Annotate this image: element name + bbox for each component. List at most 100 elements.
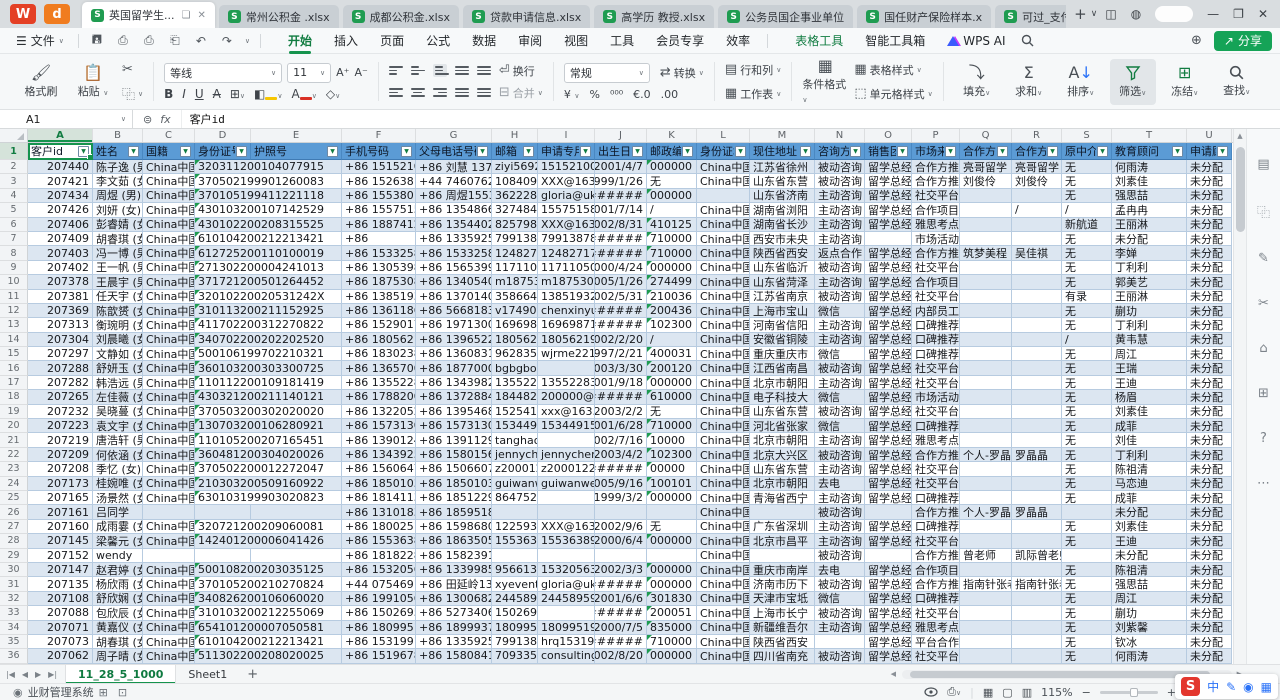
cell-G22[interactable]: +86 1580156591 xyxy=(416,448,492,462)
cell-S11[interactable]: 有录 xyxy=(1062,290,1112,304)
cell-L6[interactable]: China中国 xyxy=(697,218,750,232)
borders-button[interactable]: ⊞∨ xyxy=(230,87,245,101)
cell-A3[interactable]: 207421 xyxy=(28,174,93,188)
cell-H3[interactable]: 108409964 xyxy=(492,174,538,188)
cell-P22[interactable]: 合作方推荐 xyxy=(912,448,960,462)
cell-G18[interactable]: +86 1372884680 xyxy=(416,390,492,404)
cell-R32[interactable] xyxy=(1012,592,1062,606)
filter-dropdown-icon[interactable]: ▼ xyxy=(523,146,534,157)
filter-dropdown-icon[interactable]: ▼ xyxy=(1047,146,1058,157)
cell-H5[interactable]: 327484864 xyxy=(492,203,538,217)
cell-L18[interactable]: China中国 xyxy=(697,390,750,404)
cell-I8[interactable]: 124827175 xyxy=(538,246,595,260)
cell-R30[interactable] xyxy=(1012,563,1062,577)
cell-G23[interactable]: +86 1506607386 xyxy=(416,462,492,476)
panel-icon[interactable]: ▤ xyxy=(1257,157,1269,172)
cell-T33[interactable]: 蒯玏 xyxy=(1112,606,1187,620)
cell-K35[interactable]: 710000 xyxy=(647,635,697,649)
cell-F14[interactable]: +86 18056219 xyxy=(342,333,416,347)
header-cell-N1[interactable]: 咨询方式▼ xyxy=(815,143,865,160)
cell-N36[interactable]: 被动咨询 xyxy=(815,649,865,663)
cell-M13[interactable]: 河南省信阳 xyxy=(750,318,815,332)
cell-K4[interactable]: 000000 xyxy=(647,189,697,203)
cell-Q35[interactable] xyxy=(960,635,1012,649)
cell-H12[interactable]: v17490376 xyxy=(492,304,538,318)
column-header-P[interactable]: P xyxy=(912,129,960,142)
cell-N4[interactable]: 主动咨询 xyxy=(815,189,865,203)
cell-B29[interactable]: wendy xyxy=(93,549,143,563)
cell-H30[interactable]: 956613934 xyxy=(492,563,538,577)
cell-K29[interactable] xyxy=(647,549,697,563)
cell-U26[interactable]: 未分配 xyxy=(1187,505,1232,519)
cell-F29[interactable]: +86 18182281 xyxy=(342,549,416,563)
cell-M24[interactable]: 北京市朝阳 xyxy=(750,477,815,491)
cell-A5[interactable]: 207426 xyxy=(28,203,93,217)
cell-F20[interactable]: +86 15731301 xyxy=(342,419,416,433)
cell-U33[interactable]: 未分配 xyxy=(1187,606,1232,620)
cell-I32[interactable]: 244589596 xyxy=(538,592,595,606)
cell-U25[interactable]: 未分配 xyxy=(1187,491,1232,505)
row-number-1[interactable]: 1 xyxy=(0,143,28,160)
cell-S26[interactable] xyxy=(1062,505,1112,519)
cell-A12[interactable]: 207369 xyxy=(28,304,93,318)
cell-A35[interactable]: 207073 xyxy=(28,635,93,649)
cell-N24[interactable]: 去电 xyxy=(815,477,865,491)
cell-G21[interactable]: +86 1391129694 xyxy=(416,433,492,447)
cell-R7[interactable] xyxy=(1012,232,1062,246)
cell-C8[interactable]: China中国 xyxy=(143,246,195,260)
cell-L30[interactable]: China中国 xyxy=(697,563,750,577)
cell-A13[interactable]: 207313 xyxy=(28,318,93,332)
cell-Q20[interactable] xyxy=(960,419,1012,433)
sum-button[interactable]: Σ 求和∨ xyxy=(1006,59,1052,105)
header-cell-I1[interactable]: 申请专用▼ xyxy=(538,143,595,160)
cell-I3[interactable]: XXX@163.c xyxy=(538,174,595,188)
cell-B10[interactable]: 王晨宇 (男 xyxy=(93,275,143,289)
cell-T8[interactable]: 李婵 xyxy=(1112,246,1187,260)
paste-button[interactable]: 📋 粘贴 ∨ xyxy=(70,59,116,105)
cell-B17[interactable]: 韩浩远 (男 xyxy=(93,376,143,390)
cell-F13[interactable]: +86 15290175 xyxy=(342,318,416,332)
cell-B33[interactable]: 包欣辰 (女 xyxy=(93,606,143,620)
cell-T9[interactable]: 丁利利 xyxy=(1112,261,1187,275)
cell-J26[interactable] xyxy=(595,505,647,519)
cell-S23[interactable]: 无 xyxy=(1062,462,1112,476)
cell-C16[interactable]: China中国 xyxy=(143,361,195,375)
cell-O32[interactable]: 留学总经办 xyxy=(865,592,912,606)
row-number-18[interactable]: 18 xyxy=(0,390,28,404)
document-tab-3[interactable]: S贷款申请信息.xlsx xyxy=(463,5,590,28)
header-cell-F1[interactable]: 手机号码▼ xyxy=(342,143,416,160)
cell-S20[interactable]: 无 xyxy=(1062,419,1112,433)
cell-Q13[interactable] xyxy=(960,318,1012,332)
cell-J13[interactable]: ######## xyxy=(595,318,647,332)
cell-Q22[interactable]: 个人-罗晶 xyxy=(960,448,1012,462)
close-tab-icon[interactable]: ✕ xyxy=(197,10,205,21)
cell-H11[interactable]: 358664913 xyxy=(492,290,538,304)
cell-O7[interactable] xyxy=(865,232,912,246)
print-icon[interactable]: ⎙ xyxy=(141,33,157,48)
cell-U36[interactable]: 未分配 xyxy=(1187,649,1232,663)
cell-T24[interactable]: 马恋迪 xyxy=(1112,477,1187,491)
cell-L25[interactable]: China中国 xyxy=(697,491,750,505)
cell-K30[interactable]: 000000 xyxy=(647,563,697,577)
cell-F30[interactable]: +86 15320563 xyxy=(342,563,416,577)
cell-B2[interactable]: 陈子逸 (男 xyxy=(93,160,143,174)
cell-C33[interactable]: China中国 xyxy=(143,606,195,620)
document-tab-2[interactable]: S成都公积金.xlsx xyxy=(343,5,459,28)
row-number-36[interactable]: 36 xyxy=(0,649,28,663)
cell-M35[interactable]: 陕西省西安 xyxy=(750,635,815,649)
cell-N22[interactable]: 被动咨询 xyxy=(815,448,865,462)
cell-U28[interactable]: 未分配 xyxy=(1187,534,1232,548)
cell-G2[interactable]: +86 刘慧 137052 xyxy=(416,160,492,174)
cell-T5[interactable]: 孟冉冉 xyxy=(1112,203,1187,217)
filter-dropdown-icon[interactable]: ▼ xyxy=(735,146,746,157)
cell-I31[interactable]: gloria@uk xyxy=(538,577,595,591)
cell-H23[interactable]: z20001227 xyxy=(492,462,538,476)
cell-P16[interactable]: 社交平台/ xyxy=(912,361,960,375)
cell-A25[interactable]: 207165 xyxy=(28,491,93,505)
menu-item-工具[interactable]: 工具 xyxy=(599,28,645,54)
cell-L36[interactable]: China中国 xyxy=(697,649,750,663)
cell-C22[interactable]: China中国 xyxy=(143,448,195,462)
column-header-K[interactable]: K xyxy=(647,129,697,142)
cell-U23[interactable]: 未分配 xyxy=(1187,462,1232,476)
cell-S2[interactable]: 无 xyxy=(1062,160,1112,174)
